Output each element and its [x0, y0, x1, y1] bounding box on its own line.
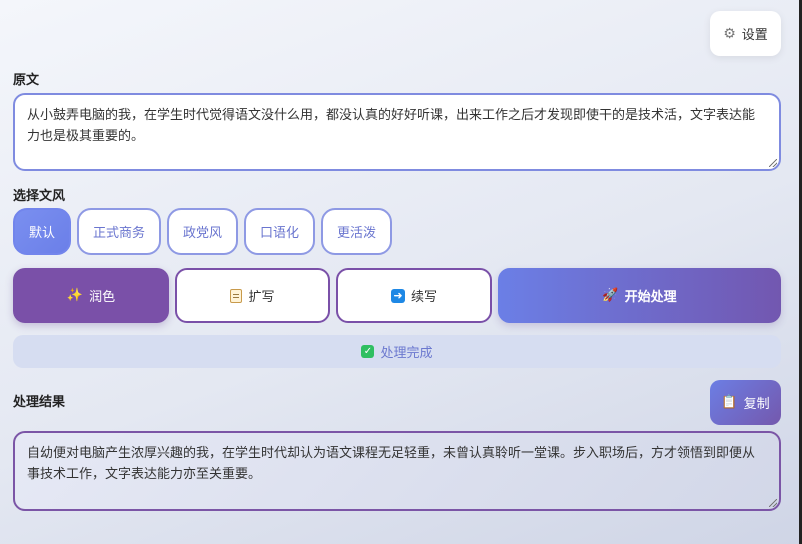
continue-button[interactable]: ➜ 续写 [336, 268, 492, 323]
result-text: 自幼便对电脑产生浓厚兴趣的我，在学生时代却认为语文课程无足轻重，未曾认真聆听一堂… [27, 446, 756, 482]
memo-icon [230, 288, 243, 303]
result-text-area[interactable]: 自幼便对电脑产生浓厚兴趣的我，在学生时代却认为语文课程无足轻重，未曾认真聆听一堂… [13, 431, 781, 511]
status-bar: ✓ 处理完成 [13, 335, 781, 368]
clipboard-icon: 📋 [721, 395, 738, 410]
style-option-colloquial[interactable]: 口语化 [244, 208, 315, 255]
result-label: 处理结果 [13, 395, 66, 410]
original-label: 原文 [13, 73, 40, 88]
check-icon: ✓ [361, 345, 375, 358]
start-processing-button[interactable]: 🚀 开始处理 [498, 268, 781, 323]
expand-button[interactable]: 扩写 [175, 268, 330, 323]
original-text: 从小鼓弄电脑的我，在学生时代觉得语文没什么用，都没认真的好好听课，出来工作之后才… [27, 108, 756, 144]
resize-handle[interactable] [769, 499, 777, 507]
continue-label: 续写 [410, 290, 437, 305]
style-option-default[interactable]: 默认 [13, 208, 71, 255]
status-text: 处理完成 [380, 346, 433, 361]
gear-icon: ⚙ [723, 25, 736, 42]
start-label: 开始处理 [624, 290, 677, 305]
resize-handle[interactable] [769, 159, 777, 167]
original-text-input[interactable]: 从小鼓弄电脑的我，在学生时代觉得语文没什么用，都没认真的好好听课，出来工作之后才… [13, 93, 781, 171]
polish-button[interactable]: ✨ 润色 [13, 268, 169, 323]
style-label: 选择文风 [13, 189, 66, 204]
settings-button[interactable]: ⚙ 设置 [710, 11, 781, 56]
polish-label: 润色 [89, 290, 116, 305]
style-option-lively[interactable]: 更活泼 [321, 208, 392, 255]
settings-label: 设置 [741, 28, 768, 43]
style-option-business[interactable]: 正式商务 [77, 208, 161, 255]
sparkles-icon: ✨ [66, 288, 84, 303]
copy-button[interactable]: 📋 复制 [710, 380, 781, 425]
rocket-icon: 🚀 [602, 288, 619, 303]
style-option-political[interactable]: 政党风 [167, 208, 238, 255]
copy-label: 复制 [743, 397, 770, 412]
right-arrow-icon: ➜ [390, 288, 405, 303]
expand-label: 扩写 [248, 290, 275, 305]
